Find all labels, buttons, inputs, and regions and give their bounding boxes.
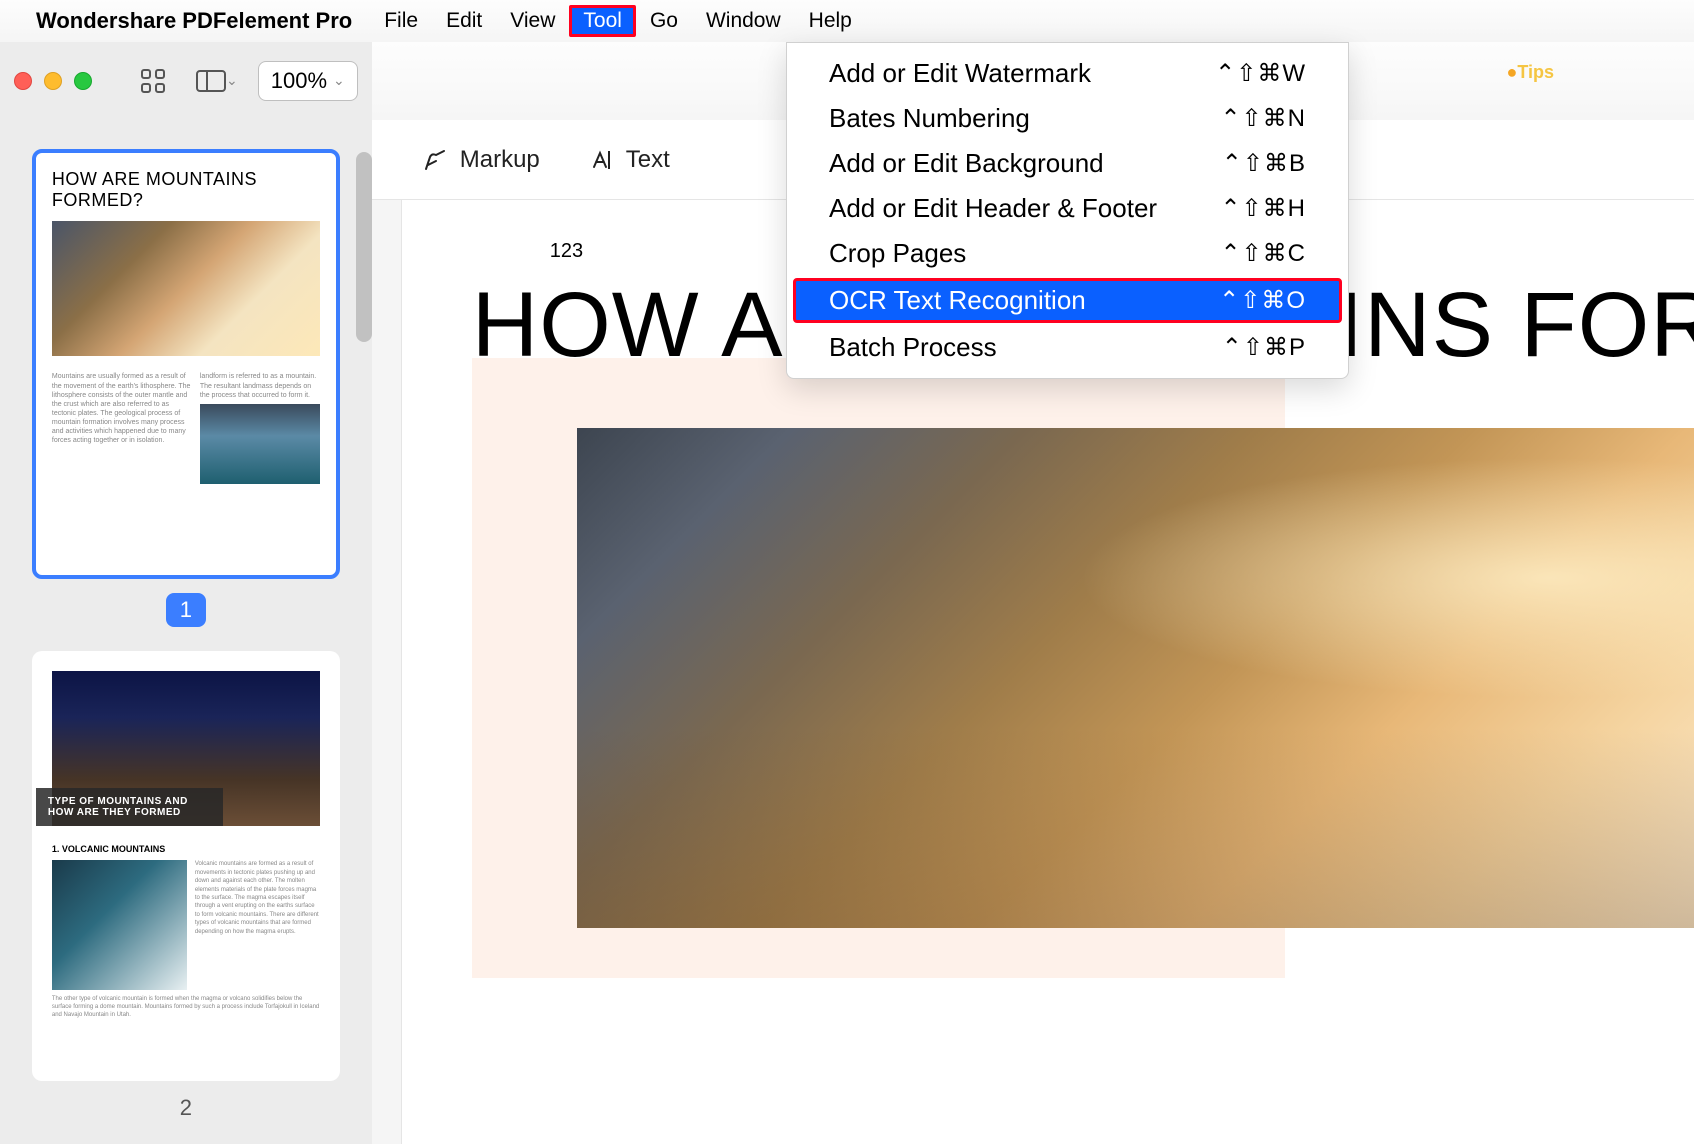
menu-item-label: Add or Edit Watermark — [829, 58, 1091, 89]
window-controls — [14, 72, 92, 90]
close-window-button[interactable] — [14, 72, 32, 90]
zoom-select[interactable]: 100% ⌄ — [258, 61, 358, 101]
menu-item-background[interactable]: Add or Edit Background ⌃⇧⌘B — [787, 141, 1348, 186]
menu-view[interactable]: View — [496, 5, 569, 37]
menu-item-label: Add or Edit Header & Footer — [829, 193, 1157, 224]
tool-label: Text — [626, 146, 670, 174]
page-thumbnail-2[interactable]: TYPE OF MOUNTAINS AND HOW ARE THEY FORME… — [32, 651, 340, 1081]
app-name: Wondershare PDFelement Pro — [36, 8, 352, 34]
menu-edit[interactable]: Edit — [432, 5, 496, 37]
thumb-title: HOW ARE MOUNTAINS FORMED? — [52, 169, 320, 211]
sidebar-toolbar: ⌄ 100% ⌄ — [0, 42, 372, 119]
hero-image-wrap — [472, 428, 1694, 928]
thumb-secondary-image — [200, 404, 320, 484]
menu-item-shortcut: ⌃⇧⌘O — [1219, 286, 1306, 315]
thumbnail-wrap-2: TYPE OF MOUNTAINS AND HOW ARE THEY FORME… — [32, 651, 340, 1121]
thumb-side-text: landform is referred to as a mountain. T… — [200, 372, 320, 399]
menu-item-crop[interactable]: Crop Pages ⌃⇧⌘C — [787, 231, 1348, 276]
menu-item-label: Batch Process — [829, 332, 997, 363]
sidebar: ⌄ 100% ⌄ HOW ARE MOUNTAINS FORMED? Mount… — [0, 42, 372, 1144]
menu-item-label: Add or Edit Background — [829, 148, 1104, 179]
thumb-body-text: Mountains are usually formed as a result… — [52, 372, 192, 483]
page-thumbnail-1[interactable]: HOW ARE MOUNTAINS FORMED? Mountains are … — [32, 149, 340, 579]
sidebar-scrollbar[interactable] — [356, 152, 372, 342]
thumb-footer-text: The other type of volcanic mountain is f… — [52, 996, 320, 1019]
menu-item-ocr[interactable]: OCR Text Recognition ⌃⇧⌘O — [793, 278, 1342, 323]
menu-item-shortcut: ⌃⇧⌘C — [1220, 239, 1306, 268]
tool-label: Markup — [460, 146, 540, 174]
menu-item-shortcut: ⌃⇧⌘B — [1222, 149, 1306, 178]
menu-tool[interactable]: Tool — [569, 5, 636, 37]
markup-icon — [422, 147, 448, 173]
menu-item-label: Crop Pages — [829, 238, 966, 269]
menu-item-bates[interactable]: Bates Numbering ⌃⇧⌘N — [787, 96, 1348, 141]
minimize-window-button[interactable] — [44, 72, 62, 90]
thumbnail-wrap-1: HOW ARE MOUNTAINS FORMED? Mountains are … — [32, 149, 340, 627]
menu-window[interactable]: Window — [692, 5, 795, 37]
menu-item-batch[interactable]: Batch Process ⌃⇧⌘P — [787, 325, 1348, 370]
thumb-banner: TYPE OF MOUNTAINS AND HOW ARE THEY FORME… — [36, 788, 224, 826]
menu-file[interactable]: File — [370, 5, 432, 37]
page-thumbnails: HOW ARE MOUNTAINS FORMED? Mountains are … — [0, 119, 372, 1144]
menu-item-shortcut: ⌃⇧⌘H — [1220, 194, 1306, 223]
menu-help[interactable]: Help — [795, 5, 866, 37]
panel-layout-button[interactable]: ⌄ — [186, 64, 248, 98]
panel-icon — [196, 70, 226, 92]
tool-dropdown-menu: Add or Edit Watermark ⌃⇧⌘W Bates Numberi… — [786, 42, 1349, 379]
menu-item-header-footer[interactable]: Add or Edit Header & Footer ⌃⇧⌘H — [787, 186, 1348, 231]
menu-item-watermark[interactable]: Add or Edit Watermark ⌃⇧⌘W — [787, 51, 1348, 96]
hero-mountain-image — [577, 428, 1694, 928]
grid-view-button[interactable] — [130, 62, 176, 100]
page-number: 2 — [180, 1095, 192, 1121]
grid-icon — [140, 68, 166, 94]
menu-item-shortcut: ⌃⇧⌘W — [1215, 59, 1306, 88]
thumb-body-text: Volcanic mountains are formed as a resul… — [195, 860, 320, 990]
markup-button[interactable]: Markup — [422, 146, 540, 174]
menu-item-shortcut: ⌃⇧⌘N — [1220, 104, 1306, 133]
thumb-subheading: 1. VOLCANIC MOUNTAINS — [52, 844, 320, 854]
menu-item-shortcut: ⌃⇧⌘P — [1222, 333, 1306, 362]
page-number-badge: 1 — [166, 593, 206, 627]
text-button[interactable]: Text — [588, 146, 670, 174]
watermark-logo: ●Tips — [1506, 62, 1554, 83]
zoom-value: 100% — [271, 68, 327, 94]
menu-item-label: OCR Text Recognition — [829, 285, 1086, 316]
maximize-window-button[interactable] — [74, 72, 92, 90]
chevron-down-icon: ⌄ — [226, 72, 238, 89]
thumb-hero-image: TYPE OF MOUNTAINS AND HOW ARE THEY FORME… — [52, 671, 320, 826]
menu-item-label: Bates Numbering — [829, 103, 1030, 134]
chevron-down-icon: ⌄ — [333, 72, 345, 89]
thumb-secondary-image — [52, 860, 187, 990]
thumb-hero-image — [52, 221, 320, 356]
text-icon — [588, 147, 614, 173]
macos-menubar: Wondershare PDFelement Pro File Edit Vie… — [0, 0, 1694, 42]
menu-go[interactable]: Go — [636, 5, 692, 37]
